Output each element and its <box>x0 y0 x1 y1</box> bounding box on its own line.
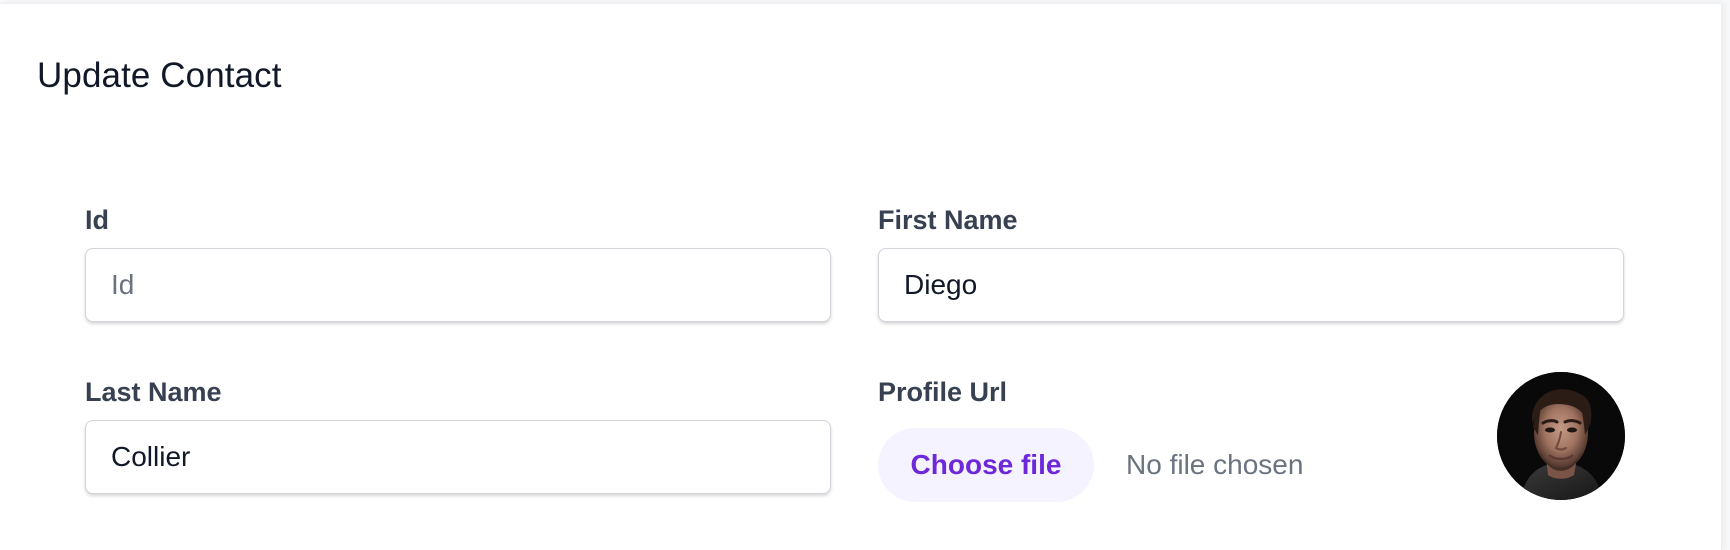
last-name-label: Last Name <box>85 377 222 407</box>
first-name-label: First Name <box>878 205 1018 235</box>
update-contact-card: Update Contact Id First Name Last Name P… <box>0 3 1722 550</box>
page: Update Contact Id First Name Last Name P… <box>0 0 1730 550</box>
page-title: Update Contact <box>37 56 282 95</box>
id-label: Id <box>85 205 109 235</box>
last-name-input[interactable] <box>85 420 831 494</box>
profile-url-label: Profile Url <box>878 377 1008 407</box>
file-status-text: No file chosen <box>1126 449 1304 480</box>
choose-file-button[interactable]: Choose file <box>878 428 1094 502</box>
avatar-photo-icon <box>1497 372 1625 500</box>
first-name-input[interactable] <box>878 248 1624 322</box>
id-input[interactable] <box>85 248 831 322</box>
contact-avatar <box>1497 372 1625 500</box>
